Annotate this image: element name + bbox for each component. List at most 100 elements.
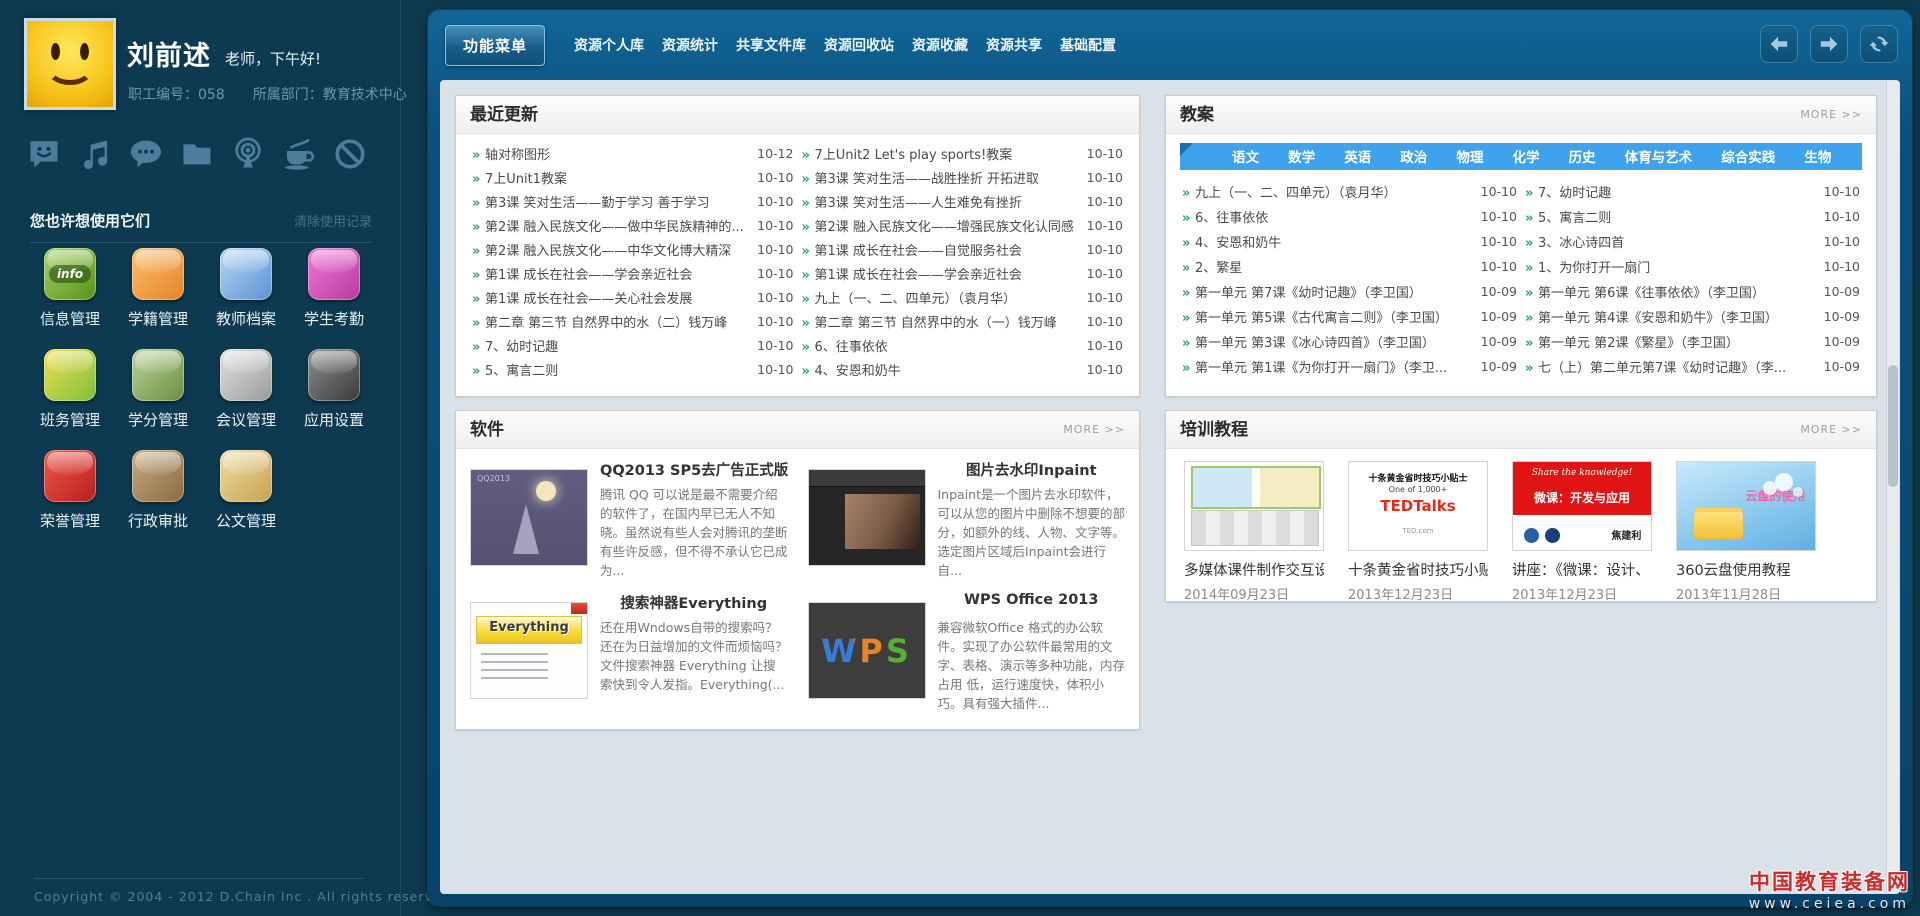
smiley-message-icon[interactable] — [26, 136, 62, 172]
list-item[interactable]: 1、为你打开一扇门 10-10 — [1525, 254, 1860, 279]
block-icon[interactable] — [332, 136, 368, 172]
list-item[interactable]: 九上（一、二、四单元）（袁月华） 10-10 — [802, 285, 1123, 309]
forward-button[interactable] — [1810, 25, 1848, 63]
honor-management-icon — [44, 450, 96, 502]
subject-tab[interactable]: 化学 — [1500, 145, 1551, 170]
item-date: 10-10 — [757, 193, 794, 209]
clear-usage-link[interactable]: 清除使用记录 — [294, 211, 372, 230]
nav-link[interactable]: 资源个人库 — [565, 29, 653, 61]
list-item[interactable]: 3、冰心诗四首 10-10 — [1525, 229, 1860, 254]
app-tile[interactable]: 行政审批 — [114, 450, 202, 531]
app-tile[interactable]: 学生考勤 — [290, 248, 378, 329]
list-item[interactable]: 7上Unit1教案 10-10 — [472, 165, 794, 189]
app-tile[interactable]: 荣誉管理 — [26, 450, 114, 531]
app-tile[interactable]: 公文管理 — [202, 450, 290, 531]
function-menu-button[interactable]: 功能菜单 — [445, 24, 546, 66]
list-item[interactable]: 4、安恩和奶牛 10-10 — [802, 357, 1123, 381]
list-item[interactable]: 第2课 融入民族文化——做中华民族精神的... 10-10 — [472, 213, 794, 237]
item-title: 1、为你打开一扇门 — [1525, 257, 1814, 276]
more-link[interactable]: MORE >> — [1800, 411, 1862, 449]
refresh-button[interactable] — [1860, 25, 1898, 63]
panel-recent-updates: 最近更新 轴对称图形 10-12 7上Unit1教案 10-10 — [455, 95, 1140, 397]
item-date: 10-10 — [757, 265, 794, 281]
user-avatar[interactable] — [24, 18, 116, 110]
coffee-icon[interactable] — [281, 136, 317, 172]
subject-tab[interactable]: 语文 — [1220, 145, 1271, 170]
subject-tab[interactable]: 数学 — [1276, 145, 1327, 170]
nav-link[interactable]: 资源回收站 — [815, 29, 903, 61]
training-item[interactable]: Share the knowledge! 微课：开发与应用 焦建利 讲座：《微课… — [1512, 461, 1652, 603]
list-item[interactable]: 4、安恩和奶牛 10-10 — [1182, 229, 1517, 254]
list-item[interactable]: 第2课 融入民族文化——增强民族文化认同感 10-10 — [802, 213, 1123, 237]
list-item[interactable]: 第1课 成长在社会——学会亲近社会 10-10 — [472, 261, 794, 285]
software-item[interactable]: QQ2013 QQ2013 SP5去广告正式版 腾讯 QQ 可以说是最不需要介绍… — [470, 459, 788, 580]
list-item[interactable]: 2、繁星 10-10 — [1182, 254, 1517, 279]
nav-link[interactable]: 共享文件库 — [727, 29, 815, 61]
list-item[interactable]: 第一单元 第5课《古代寓言二则》（李卫国） 10-09 — [1182, 304, 1517, 329]
list-item[interactable]: 6、往事依依 10-10 — [1182, 204, 1517, 229]
list-item[interactable]: 轴对称图形 10-12 — [472, 141, 794, 165]
back-button[interactable] — [1760, 25, 1798, 63]
app-tile[interactable]: info 信息管理 — [26, 248, 114, 329]
administrative-approval-icon — [132, 450, 184, 502]
software-item[interactable]: Everything 搜索神器Everything 还在用Wndows自带的搜索… — [470, 592, 788, 713]
teacher-archive-icon — [220, 248, 272, 300]
list-item[interactable]: 第3课 笑对生活——人生难免有挫折 10-10 — [802, 189, 1123, 213]
list-item[interactable]: 5、寓言二则 10-10 — [472, 357, 794, 381]
list-item[interactable]: 第一单元 第1课《为你打开一扇门》（李卫... 10-09 — [1182, 354, 1517, 379]
nav-link[interactable]: 资源收藏 — [903, 29, 977, 61]
software-item[interactable]: 图片去水印Inpaint Inpaint是一个图片去水印软件，可以从您的图片中删… — [807, 459, 1125, 580]
nav-link[interactable]: 资源统计 — [653, 29, 727, 61]
app-tile[interactable]: 学分管理 — [114, 349, 202, 430]
chat-icon[interactable] — [128, 136, 164, 172]
subject-tab[interactable]: 体育与艺术 — [1613, 145, 1705, 170]
nav-link[interactable]: 资源共享 — [977, 29, 1051, 61]
list-item[interactable]: 九上（一、二、四单元）（袁月华） 10-10 — [1182, 179, 1517, 204]
list-item[interactable]: 第一单元 第4课《安恩和奶牛》（李卫国） 10-09 — [1525, 304, 1860, 329]
subject-tab[interactable]: 历史 — [1557, 145, 1608, 170]
app-tile[interactable]: 会议管理 — [202, 349, 290, 430]
list-item[interactable]: 第1课 成长在社会——学会亲近社会 10-10 — [802, 261, 1123, 285]
list-item[interactable]: 第1课 成长在社会——关心社会发展 10-10 — [472, 285, 794, 309]
training-item[interactable]: 十条黄金省时技巧小贴士 One of 1,000+ TEDTalks TED.c… — [1348, 461, 1488, 603]
list-item[interactable]: 7、幼时记趣 10-10 — [1525, 179, 1860, 204]
list-item[interactable]: 7、幼时记趣 10-10 — [472, 333, 794, 357]
broadcast-icon[interactable] — [230, 136, 266, 172]
subject-tab[interactable]: 综合实践 — [1709, 145, 1787, 170]
music-icon[interactable] — [77, 136, 113, 172]
app-tile[interactable]: 学籍管理 — [114, 248, 202, 329]
list-item[interactable]: 第二章 第三节 自然界中的水（一）钱万峰 10-10 — [802, 309, 1123, 333]
list-item[interactable]: 6、往事依依 10-10 — [802, 333, 1123, 357]
training-thumbnail: Share the knowledge! 微课：开发与应用 焦建利 — [1512, 461, 1652, 551]
list-item[interactable]: 第1课 成长在社会——自觉服务社会 10-10 — [802, 237, 1123, 261]
training-item[interactable]: 多媒体课件制作交互设 2014年09月23日 — [1184, 461, 1324, 603]
list-item[interactable]: 第一单元 第3课《冰心诗四首》（李卫国） 10-09 — [1182, 329, 1517, 354]
list-item[interactable]: 第2课 融入民族文化——中华文化博大精深 10-10 — [472, 237, 794, 261]
subject-tab[interactable]: 政治 — [1388, 145, 1439, 170]
list-item[interactable]: 第二章 第三节 自然界中的水（二）钱万峰 10-10 — [472, 309, 794, 333]
list-item[interactable]: 第一单元 第7课《幼时记趣》（李卫国） 10-09 — [1182, 279, 1517, 304]
list-item[interactable]: 第3课 笑对生活——战胜挫折 开拓进取 10-10 — [802, 165, 1123, 189]
more-link[interactable]: MORE >> — [1063, 411, 1125, 449]
list-item[interactable]: 七（上）第二单元第7课《幼时记趣》（李... 10-09 — [1525, 354, 1860, 379]
list-item[interactable]: 7上Unit2 Let's play sports!教案 10-10 — [802, 141, 1123, 165]
software-item[interactable]: WPS WPS Office 2013 兼容微软Office 格式的办公软件。实… — [807, 592, 1125, 713]
app-tile[interactable]: 应用设置 — [290, 349, 378, 430]
list-item[interactable]: 第3课 笑对生活——勤于学习 善于学习 10-10 — [472, 189, 794, 213]
list-item[interactable]: 5、寓言二则 10-10 — [1525, 204, 1860, 229]
app-tile[interactable]: 班务管理 — [26, 349, 114, 430]
item-title: 7、幼时记趣 — [1525, 182, 1814, 201]
subject-tab[interactable]: 生物 — [1792, 145, 1843, 170]
list-item[interactable]: 第一单元 第6课《往事依依》（李卫国） 10-09 — [1525, 279, 1860, 304]
list-item[interactable]: 第一单元 第2课《繁星》（李卫国） 10-09 — [1525, 329, 1860, 354]
scrollbar-track[interactable] — [1886, 81, 1899, 893]
subject-tab[interactable]: 英语 — [1332, 145, 1383, 170]
folder-icon[interactable] — [179, 136, 215, 172]
training-item[interactable]: 云盘的使用 360云盘使用教程 2013年11月28日 — [1676, 461, 1816, 603]
scrollbar-thumb[interactable] — [1888, 365, 1898, 487]
app-tile[interactable]: 教师档案 — [202, 248, 290, 329]
subject-tab[interactable]: 物理 — [1444, 145, 1495, 170]
nav-link[interactable]: 基础配置 — [1051, 29, 1125, 61]
more-link[interactable]: MORE >> — [1800, 96, 1862, 134]
software-thumbnail: Everything — [470, 602, 588, 699]
